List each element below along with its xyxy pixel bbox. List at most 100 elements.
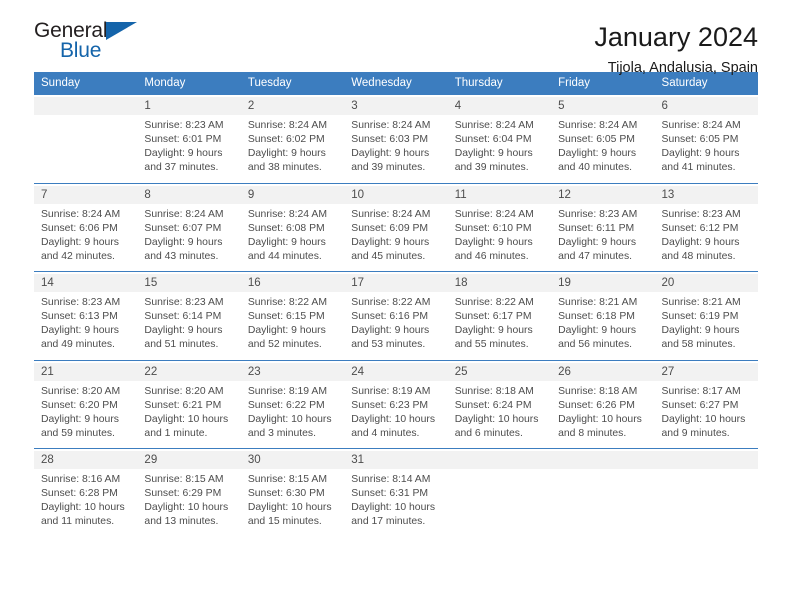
sunrise-text: Sunrise: 8:19 AM — [247, 385, 327, 397]
daylight-text: Daylight: 9 hours and 45 minutes. — [351, 236, 430, 262]
sunset-text: Sunset: 6:14 PM — [144, 311, 222, 322]
day-info-cell-empty — [551, 469, 655, 537]
daylight-text: Daylight: 9 hours and 39 minutes. — [351, 148, 430, 173]
day-number[interactable]: 11 — [447, 185, 552, 204]
sunrise-text: Sunrise: 8:15 AM — [144, 474, 224, 485]
logo-text-blue: Blue — [60, 39, 102, 62]
sunset-text: Sunset: 6:31 PM — [351, 488, 429, 499]
title-block: January 2024 Tijola, Andalusia, Spain — [594, 20, 758, 76]
day-number[interactable]: 5 — [551, 97, 655, 115]
day-number[interactable]: 7 — [34, 185, 138, 204]
weekday-header-monday: Monday — [137, 72, 241, 95]
day-info-cell: Sunrise: 8:24 AM Sunset: 6:03 PM Daylight:… — [344, 115, 448, 183]
day-info-row: Sunrise: 8:23 AM Sunset: 6:01 PM Daylight:… — [34, 115, 758, 183]
day-number[interactable]: 17 — [344, 274, 448, 292]
sunrise-text: Sunrise: 8:24 AM — [247, 208, 327, 220]
day-number[interactable]: 27 — [654, 362, 758, 381]
sunrise-text: Sunrise: 8:22 AM — [454, 297, 534, 308]
day-info-cell: Sunrise: 8:23 AM Sunset: 6:13 PM Daylight:… — [34, 292, 138, 360]
daylight-text: Daylight: 9 hours and 56 minutes. — [558, 325, 637, 350]
day-cell-empty — [34, 97, 138, 115]
day-number[interactable]: 8 — [137, 185, 241, 204]
day-number[interactable]: 2 — [240, 97, 345, 115]
day-number[interactable]: 30 — [240, 451, 345, 469]
sunset-text: Sunset: 6:11 PM — [558, 222, 635, 234]
sunrise-text: Sunrise: 8:24 AM — [661, 120, 741, 131]
daylight-text: Daylight: 9 hours and 41 minutes. — [661, 148, 740, 173]
daylight-text: Daylight: 10 hours and 8 minutes. — [558, 413, 642, 439]
day-info-cell: Sunrise: 8:24 AM Sunset: 6:10 PM Daylight:… — [447, 203, 552, 272]
day-number[interactable]: 6 — [654, 97, 758, 115]
day-number[interactable]: 3 — [344, 97, 448, 115]
sunset-text: Sunset: 6:07 PM — [144, 222, 222, 234]
daylight-text: Daylight: 10 hours and 17 minutes. — [351, 502, 436, 527]
day-info-cell: Sunrise: 8:23 AM Sunset: 6:01 PM Daylight:… — [137, 115, 241, 183]
sunset-text: Sunset: 6:29 PM — [144, 488, 222, 499]
day-number[interactable]: 21 — [34, 362, 138, 381]
sunrise-text: Sunrise: 8:19 AM — [351, 385, 431, 397]
day-info-cell: Sunrise: 8:19 AM Sunset: 6:23 PM Daylight:… — [344, 380, 448, 449]
daylight-text: Daylight: 9 hours and 48 minutes. — [661, 236, 740, 262]
sunrise-text: Sunrise: 8:23 AM — [144, 297, 224, 308]
daylight-text: Daylight: 9 hours and 51 minutes. — [144, 325, 223, 350]
day-info-cell: Sunrise: 8:15 AM Sunset: 6:30 PM Daylight:… — [240, 469, 345, 537]
calendar-page: General Blue January 2024 Tijola, Andalu… — [0, 0, 792, 612]
day-number-row: 7 8 9 10 11 12 13 — [34, 185, 758, 204]
sunset-text: Sunset: 6:22 PM — [247, 399, 325, 411]
daylight-text: Daylight: 10 hours and 4 minutes. — [351, 413, 436, 439]
day-number[interactable]: 12 — [551, 185, 655, 204]
daylight-text: Daylight: 9 hours and 37 minutes. — [144, 148, 223, 173]
day-number[interactable]: 26 — [551, 362, 655, 381]
day-info-row: Sunrise: 8:24 AM Sunset: 6:06 PM Daylight:… — [34, 203, 758, 272]
sunrise-text: Sunrise: 8:24 AM — [454, 208, 534, 220]
day-number[interactable]: 13 — [654, 185, 758, 204]
day-number[interactable]: 20 — [654, 274, 758, 292]
sunrise-text: Sunrise: 8:20 AM — [41, 385, 121, 397]
daylight-text: Daylight: 9 hours and 55 minutes. — [454, 325, 533, 350]
day-number[interactable]: 24 — [344, 362, 448, 381]
day-number[interactable]: 14 — [34, 274, 138, 292]
sunrise-text: Sunrise: 8:14 AM — [351, 474, 431, 485]
day-info-cell: Sunrise: 8:23 AM Sunset: 6:14 PM Daylight:… — [137, 292, 241, 360]
day-number[interactable]: 22 — [137, 362, 241, 381]
sunset-text: Sunset: 6:17 PM — [454, 311, 532, 322]
daylight-text: Daylight: 9 hours and 38 minutes. — [247, 148, 326, 173]
sunrise-text: Sunrise: 8:23 AM — [144, 120, 224, 131]
daylight-text: Daylight: 9 hours and 46 minutes. — [454, 236, 533, 262]
day-number[interactable]: 18 — [447, 274, 552, 292]
page-title: January 2024 — [594, 22, 758, 52]
logo-text-general: General — [34, 19, 108, 42]
day-number[interactable]: 23 — [240, 362, 345, 381]
day-number[interactable]: 19 — [551, 274, 655, 292]
sunset-text: Sunset: 6:02 PM — [247, 134, 325, 145]
sunset-text: Sunset: 6:21 PM — [144, 399, 222, 411]
daylight-text: Daylight: 9 hours and 42 minutes. — [41, 236, 119, 262]
day-info-cell: Sunrise: 8:24 AM Sunset: 6:09 PM Daylight:… — [344, 203, 448, 272]
sunset-text: Sunset: 6:19 PM — [661, 311, 739, 322]
day-number[interactable]: 29 — [137, 451, 241, 469]
sunset-text: Sunset: 6:28 PM — [41, 488, 118, 499]
page-subtitle: Tijola, Andalusia, Spain — [607, 60, 758, 77]
day-number[interactable]: 4 — [447, 97, 552, 115]
day-number[interactable]: 31 — [344, 451, 448, 469]
day-number[interactable]: 1 — [137, 97, 241, 115]
daylight-text: Daylight: 10 hours and 13 minutes. — [144, 502, 229, 527]
daylight-text: Daylight: 9 hours and 58 minutes. — [661, 325, 740, 350]
day-info-cell: Sunrise: 8:16 AM Sunset: 6:28 PM Daylight:… — [34, 469, 138, 537]
day-number[interactable]: 25 — [447, 362, 552, 381]
daylight-text: Daylight: 9 hours and 49 minutes. — [41, 325, 119, 350]
day-number[interactable]: 9 — [240, 185, 345, 204]
sunset-text: Sunset: 6:06 PM — [41, 222, 118, 234]
day-number[interactable]: 28 — [34, 451, 138, 469]
day-number[interactable]: 15 — [137, 274, 241, 292]
general-blue-logo[interactable]: General Blue — [34, 20, 154, 66]
day-number[interactable]: 10 — [344, 185, 448, 204]
weekday-header-wednesday: Wednesday — [344, 72, 448, 95]
sunset-text: Sunset: 6:13 PM — [41, 311, 118, 322]
sunrise-text: Sunrise: 8:24 AM — [41, 208, 121, 220]
day-cell-empty — [654, 451, 758, 469]
sunrise-text: Sunrise: 8:21 AM — [558, 297, 638, 308]
daylight-text: Daylight: 10 hours and 9 minutes. — [661, 413, 746, 439]
day-info-cell: Sunrise: 8:20 AM Sunset: 6:21 PM Daylight:… — [137, 380, 241, 449]
day-number[interactable]: 16 — [240, 274, 345, 292]
